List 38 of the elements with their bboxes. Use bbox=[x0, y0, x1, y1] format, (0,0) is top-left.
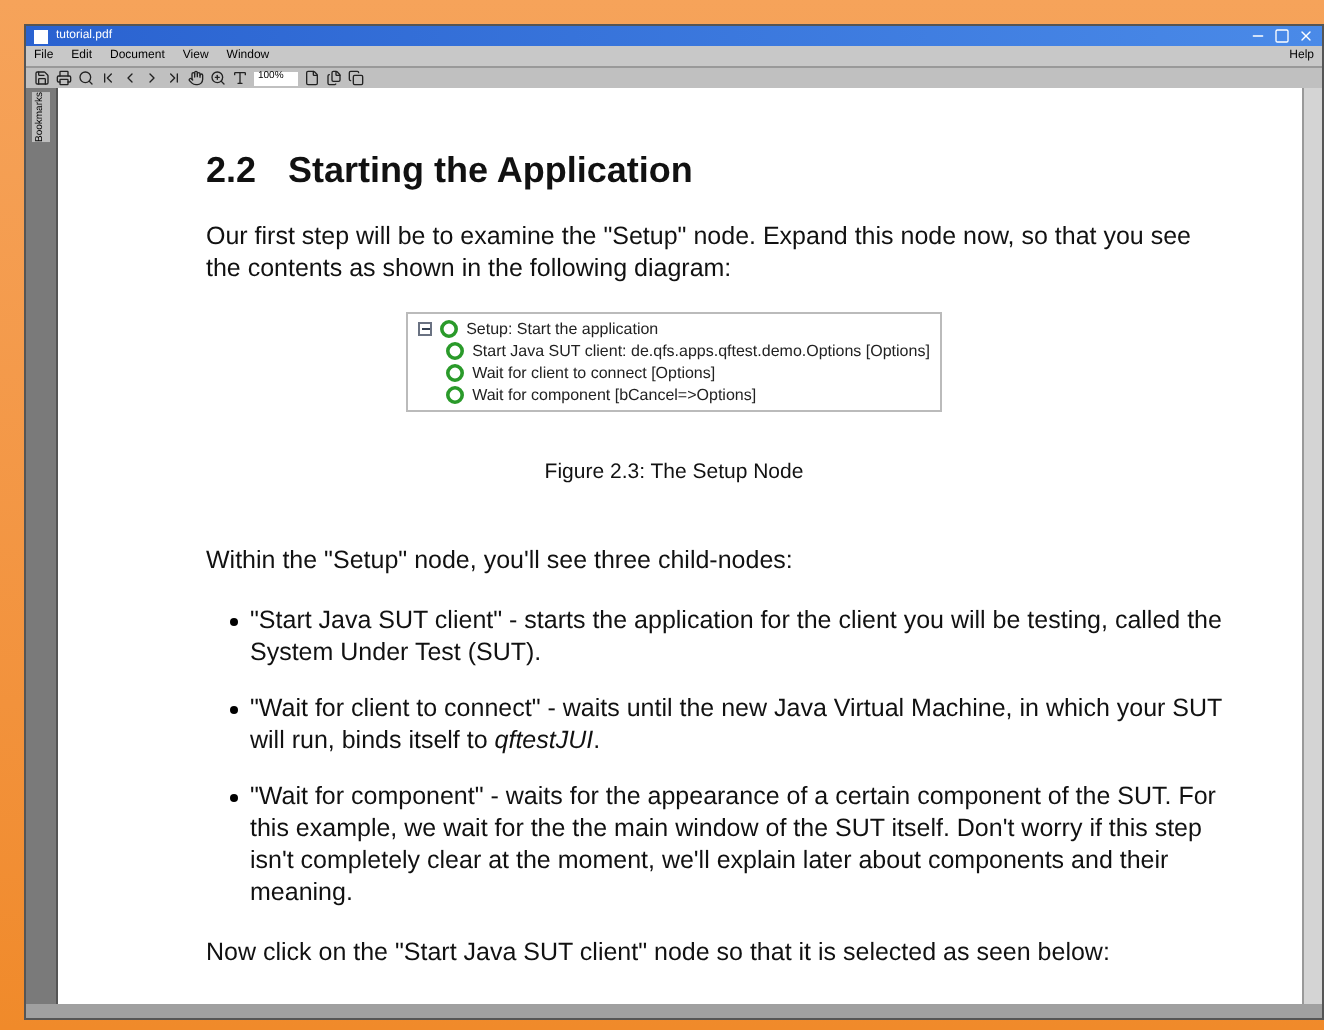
section-heading: Starting the Application bbox=[288, 148, 693, 192]
node-icon bbox=[446, 364, 465, 382]
paragraph: Now click on the "Start Java SUT client" node so that it is selected as seen below: bbox=[206, 936, 1112, 968]
tree-node-label[interactable]: Setup: Start the application bbox=[466, 318, 659, 340]
first-page-icon[interactable] bbox=[100, 70, 116, 86]
facing-pages-icon[interactable] bbox=[348, 70, 364, 86]
tree-node-label[interactable]: Wait for client to connect [Options] bbox=[472, 362, 716, 384]
tree-node-label[interactable]: Start Java SUT client: de.qfs.apps.qftest.demo.Options [Options] bbox=[472, 340, 930, 362]
tree-node-label[interactable]: Wait for component [bCancel=>Options] bbox=[472, 384, 757, 406]
maximize-icon[interactable] bbox=[1274, 28, 1290, 44]
figure-caption: Figure 2.3: The Setup Node bbox=[542, 458, 806, 488]
section-number: 2.2 bbox=[206, 148, 257, 192]
bullet-icon bbox=[230, 618, 238, 626]
text-select-icon[interactable] bbox=[232, 70, 248, 86]
previous-page-icon[interactable] bbox=[122, 70, 138, 86]
paragraph: Within the "Setup" node, you'll see three child-nodes: bbox=[206, 544, 795, 576]
bullet-icon bbox=[230, 794, 238, 802]
bullet-text: "Start Java SUT client" - starts the application for the client you will be testing, called the System Under Test (SUT). bbox=[250, 604, 1222, 668]
search-icon[interactable] bbox=[78, 70, 94, 86]
last-page-icon[interactable] bbox=[166, 70, 182, 86]
next-page-icon[interactable] bbox=[144, 70, 160, 86]
node-icon bbox=[446, 342, 465, 360]
node-icon bbox=[446, 386, 465, 404]
scrollbar[interactable] bbox=[1302, 88, 1322, 1004]
node-icon bbox=[440, 320, 459, 338]
hand-icon[interactable] bbox=[188, 70, 204, 86]
zoom-in-icon[interactable] bbox=[210, 70, 226, 86]
save-icon[interactable] bbox=[34, 70, 50, 86]
close-icon[interactable] bbox=[1298, 28, 1314, 44]
bullet-icon bbox=[230, 706, 238, 714]
bullet-text: "Wait for component" - waits for the appearance of a certain component of the SUT. For this example, we wait for the the main window of the SUT itself. Don't worry if this step isn't completely clear at the moment, we'll explain later about components and their meaning. bbox=[250, 780, 1218, 908]
continuous-page-icon[interactable] bbox=[326, 70, 342, 86]
collapse-icon[interactable] bbox=[418, 322, 433, 336]
bullet-text: "Wait for client to connect" - waits until the new Java Virtual Machine, in which your SUT will run, binds itself to qftestJUI. bbox=[250, 692, 1222, 756]
print-icon[interactable] bbox=[56, 70, 72, 86]
paragraph: Our first step will be to examine the "Setup" node. Expand this node now, so that you see the contents as shown in the following diagram: bbox=[206, 220, 1193, 284]
app-icon bbox=[34, 29, 48, 43]
single-page-icon[interactable] bbox=[304, 70, 320, 86]
